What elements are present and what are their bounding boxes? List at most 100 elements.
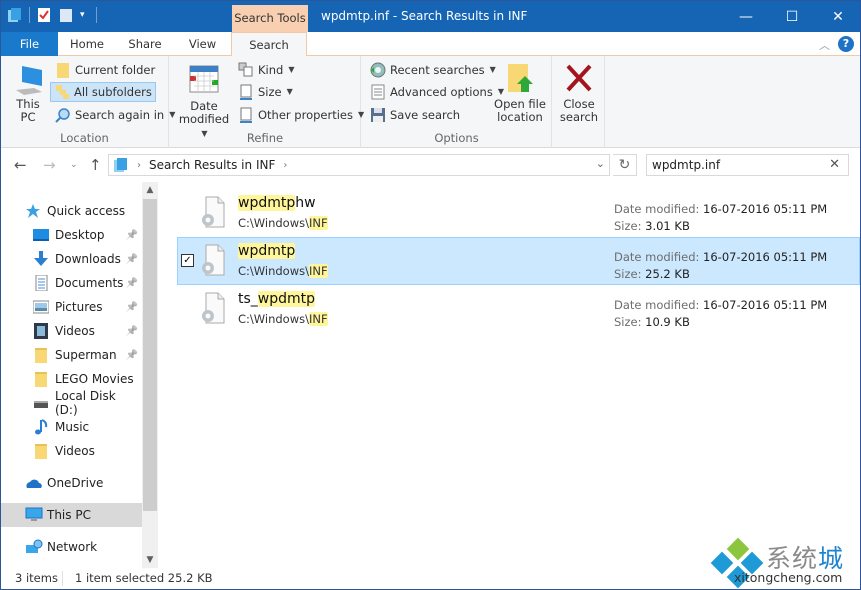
sidebar-item-network[interactable]: Network — [1, 535, 142, 559]
maximize-button[interactable]: ☐ — [769, 1, 815, 32]
sidebar-item-this-pc[interactable]: This PC — [1, 503, 142, 527]
sidebar-item-onedrive[interactable]: OneDrive — [1, 471, 142, 495]
close-button[interactable]: ✕ — [815, 1, 861, 32]
this-pc-label-line2: PC — [20, 110, 36, 124]
customize-qat-icon[interactable]: ▾ — [80, 7, 90, 23]
pin-icon[interactable]: 📌 — [126, 326, 138, 337]
breadcrumb-search-results[interactable]: Search Results in INF — [149, 158, 275, 172]
current-folder-button[interactable]: Current folder — [52, 60, 158, 80]
tab-share[interactable]: Share — [116, 32, 174, 56]
sidebar-item-local-disk-d[interactable]: Local Disk (D:) — [1, 389, 142, 417]
scrollbar-thumb[interactable] — [143, 199, 157, 511]
sidebar-item-desktop[interactable]: Desktop 📌 — [1, 223, 142, 247]
properties-icon[interactable] — [36, 7, 52, 23]
recent-locations-button[interactable]: ⌄ — [70, 160, 78, 170]
nav-pane-scrollbar[interactable]: ▲ ▼ — [142, 182, 158, 568]
file-name[interactable]: wpdmtp — [238, 243, 296, 259]
sidebar-item-music[interactable]: Music — [1, 415, 142, 439]
file-name[interactable]: wpdmtphw — [238, 195, 316, 211]
tab-view[interactable]: View — [174, 32, 231, 56]
size-icon — [238, 84, 254, 100]
collapse-ribbon-icon[interactable]: ︿ — [819, 37, 830, 53]
file-size-value: 25.2 KB — [645, 267, 690, 281]
subfolders-icon — [54, 84, 70, 100]
search-again-in-button[interactable]: Search again in ▼ — [52, 105, 178, 125]
tab-home[interactable]: Home — [58, 32, 116, 56]
forward-button[interactable]: → — [43, 156, 56, 174]
date-modified-value: 16-07-2016 05:11 PM — [703, 202, 828, 216]
advanced-options-icon — [370, 84, 386, 100]
search-results-list: wpdmtphw C:\Windows\INF Date modified: 16-… — [161, 182, 860, 568]
sidebar-item-downloads[interactable]: Downloads 📌 — [1, 247, 142, 271]
open-file-location-button[interactable]: Open file location — [492, 62, 548, 124]
pin-icon[interactable]: 📌 — [126, 230, 138, 241]
folder-icon — [33, 347, 49, 363]
new-folder-icon[interactable] — [58, 7, 74, 23]
close-group: Close search — [553, 56, 605, 148]
sidebar-item-videos[interactable]: Videos 📌 — [1, 319, 142, 343]
sidebar-item-label: Music — [55, 420, 90, 434]
pin-icon[interactable]: 📌 — [126, 254, 138, 265]
size-button[interactable]: Size ▼ — [235, 82, 296, 102]
search-input[interactable]: wpdmtp.inf ✕ — [646, 154, 849, 176]
tab-file[interactable]: File — [1, 32, 58, 56]
save-search-label: Save search — [390, 108, 461, 122]
current-folder-label: Current folder — [75, 63, 156, 77]
chevron-down-icon: ▼ — [286, 87, 293, 96]
date-modified-button[interactable]: Date modified ▼ — [174, 62, 234, 140]
this-pc-button[interactable]: This PC — [9, 62, 47, 124]
address-bar[interactable]: › Search Results in INF › ⌄ — [108, 154, 610, 176]
sidebar-item-lego-movies[interactable]: LEGO Movies — [1, 367, 142, 391]
inf-file-icon — [200, 196, 226, 228]
date-modified: Date modified: 16-07-2016 05:11 PM — [614, 202, 827, 216]
tab-search[interactable]: Search — [231, 32, 307, 57]
sidebar-item-superman[interactable]: Superman 📌 — [1, 343, 142, 367]
refresh-button[interactable]: ↻ — [613, 154, 637, 176]
other-properties-button[interactable]: Other properties ▼ — [235, 105, 367, 125]
breadcrumb-chevron-icon[interactable]: › — [137, 160, 141, 171]
file-size-value: 10.9 KB — [645, 315, 690, 329]
sidebar-item-pictures[interactable]: Pictures 📌 — [1, 295, 142, 319]
sidebar-item-quick-access[interactable]: Quick access — [1, 199, 142, 223]
result-row[interactable]: ts_wpdmtp C:\Windows\INF Date modified: 16… — [177, 285, 860, 333]
result-row[interactable]: wpdmtphw C:\Windows\INF Date modified: 16-… — [177, 189, 860, 237]
advanced-options-button[interactable]: Advanced options ▼ — [367, 82, 507, 102]
back-button[interactable]: ← — [14, 156, 27, 174]
scroll-down-icon[interactable]: ▼ — [142, 552, 158, 568]
save-search-button[interactable]: Save search — [367, 105, 463, 125]
scroll-up-icon[interactable]: ▲ — [142, 182, 158, 198]
sidebar-item-label: Desktop — [55, 228, 105, 242]
result-row[interactable]: ✓ wpdmtp C:\Windows\INF Date modified: 16-0… — [177, 237, 860, 285]
all-subfolders-label: All subfolders — [74, 85, 152, 99]
help-icon[interactable]: ? — [838, 36, 854, 52]
advanced-options-label: Advanced options — [390, 85, 493, 99]
recent-searches-button[interactable]: Recent searches ▼ — [367, 60, 499, 80]
breadcrumb-chevron-icon[interactable]: › — [283, 160, 287, 171]
sidebar-item-videos[interactable]: Videos — [1, 439, 142, 463]
inf-file-icon — [200, 244, 226, 276]
pin-icon[interactable]: 📌 — [126, 278, 138, 289]
all-subfolders-button[interactable]: All subfolders — [50, 82, 156, 102]
file-path-prefix: C:\Windows\ — [238, 216, 309, 230]
refresh-icon: ↻ — [618, 157, 631, 173]
explorer-window: ▾ Search Tools wpdmtp.inf - Search Resul… — [0, 0, 861, 590]
clear-search-icon[interactable]: ✕ — [829, 157, 840, 172]
calendar-icon — [189, 64, 219, 94]
file-size-key: Size: — [614, 219, 642, 233]
pin-icon[interactable]: 📌 — [126, 350, 138, 361]
sidebar-item-label: Local Disk (D:) — [55, 389, 116, 417]
watermark-cn-gray: 系统 — [766, 544, 819, 573]
sidebar-item-documents[interactable]: Documents 📌 — [1, 271, 142, 295]
file-name[interactable]: ts_wpdmtp — [238, 291, 316, 307]
close-search-button[interactable]: Close search — [557, 62, 601, 124]
row-checkbox[interactable]: ✓ — [181, 254, 194, 267]
pin-icon[interactable]: 📌 — [126, 302, 138, 313]
date-modified-key: Date modified: — [614, 298, 700, 312]
address-dropdown-icon[interactable]: ⌄ — [596, 157, 605, 170]
minimize-button[interactable]: — — [723, 1, 769, 32]
quick-access-toolbar: ▾ — [7, 7, 97, 23]
up-button[interactable]: ↑ — [89, 156, 102, 174]
explorer-icon[interactable] — [7, 7, 23, 23]
folder-icon — [33, 443, 49, 459]
kind-button[interactable]: Kind ▼ — [235, 60, 297, 80]
